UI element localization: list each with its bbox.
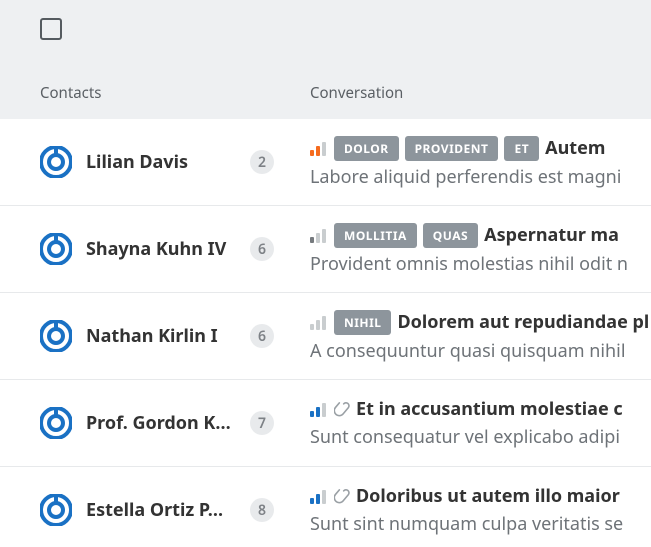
subject-text: Dolorem aut repudiandae pl xyxy=(397,310,649,334)
conversation-column-header: Conversation xyxy=(310,83,651,103)
contact-cell: Estella Ortiz P… 8 xyxy=(40,494,310,526)
contact-cell: Shayna Kuhn IV 6 xyxy=(40,233,310,265)
avatar-icon xyxy=(40,407,72,439)
contact-cell: Nathan Kirlin I 6 xyxy=(40,320,310,352)
message-count-badge: 6 xyxy=(250,324,274,348)
tag: QUAS xyxy=(423,223,478,248)
avatar-icon xyxy=(40,320,72,352)
list-item[interactable]: Estella Ortiz P… 8 Doloribus ut autem illo… xyxy=(0,467,651,547)
list-item[interactable]: Prof. Gordon K… 7 Et in accusantium molest… xyxy=(0,380,651,467)
contacts-column-header: Contacts xyxy=(40,83,310,103)
priority-bars-icon xyxy=(310,314,328,330)
contact-cell: Lilian Davis 2 xyxy=(40,146,310,178)
preview-text: Sunt consequatur vel explicabo adipi xyxy=(310,425,651,449)
contact-name: Shayna Kuhn IV xyxy=(86,237,236,261)
priority-bars-icon xyxy=(310,488,328,504)
message-count-badge: 7 xyxy=(250,411,274,435)
toolbar xyxy=(0,0,651,59)
tag: PROVIDENT xyxy=(405,136,499,161)
list-item[interactable]: Shayna Kuhn IV 6 MOLLITIAQUASAspernatur ma… xyxy=(0,206,651,293)
message-count-badge: 2 xyxy=(250,150,274,174)
select-all-checkbox[interactable] xyxy=(40,18,62,40)
preview-text: Labore aliquid perferendis est magni xyxy=(310,165,651,189)
conversation-cell: MOLLITIAQUASAspernatur ma Provident omnis… xyxy=(310,223,651,276)
attachment-icon xyxy=(334,488,350,504)
priority-bars-icon xyxy=(310,140,328,156)
subject-text: Et in accusantium molestiae c xyxy=(356,397,623,421)
conversation-cell: Et in accusantium molestiae c Sunt conseq… xyxy=(310,397,651,449)
conversation-cell: DOLORPROVIDENTETAutem Labore aliquid perf… xyxy=(310,136,651,189)
column-headers: Contacts Conversation xyxy=(0,59,651,119)
contact-name: Prof. Gordon K… xyxy=(86,411,236,435)
contact-name: Nathan Kirlin I xyxy=(86,324,236,348)
priority-bars-icon xyxy=(310,227,328,243)
list-item[interactable]: Nathan Kirlin I 6 NIHILDolorem aut repudia… xyxy=(0,293,651,380)
avatar-icon xyxy=(40,494,72,526)
priority-bars-icon xyxy=(310,401,328,417)
contact-name: Estella Ortiz P… xyxy=(86,498,236,522)
tag: NIHIL xyxy=(334,310,391,335)
avatar-icon xyxy=(40,233,72,265)
conversation-cell: NIHILDolorem aut repudiandae pl A consequ… xyxy=(310,310,651,363)
subject-line: DOLORPROVIDENTETAutem xyxy=(310,136,651,161)
contact-cell: Prof. Gordon K… 7 xyxy=(40,407,310,439)
conversation-list: Lilian Davis 2 DOLORPROVIDENTETAutem Labore… xyxy=(0,119,651,547)
subject-line: NIHILDolorem aut repudiandae pl xyxy=(310,310,651,335)
conversation-cell: Doloribus ut autem illo maior Sunt sint n… xyxy=(310,484,651,536)
subject-line: Doloribus ut autem illo maior xyxy=(310,484,651,508)
message-count-badge: 6 xyxy=(250,237,274,261)
preview-text: A consequuntur quasi quisquam nihil xyxy=(310,339,651,363)
preview-text: Provident omnis molestias nihil odit n xyxy=(310,252,651,276)
avatar-icon xyxy=(40,146,72,178)
tag: ET xyxy=(504,136,539,161)
tag: MOLLITIA xyxy=(334,223,417,248)
contact-name: Lilian Davis xyxy=(86,150,236,174)
subject-line: Et in accusantium molestiae c xyxy=(310,397,651,421)
attachment-icon xyxy=(334,401,350,417)
subject-line: MOLLITIAQUASAspernatur ma xyxy=(310,223,651,248)
message-count-badge: 8 xyxy=(250,498,274,522)
preview-text: Sunt sint numquam culpa veritatis se xyxy=(310,512,651,536)
subject-text: Aspernatur ma xyxy=(484,223,619,247)
subject-text: Doloribus ut autem illo maior xyxy=(356,484,620,508)
tag: DOLOR xyxy=(334,136,399,161)
subject-text: Autem xyxy=(545,136,605,160)
list-item[interactable]: Lilian Davis 2 DOLORPROVIDENTETAutem Labore… xyxy=(0,119,651,206)
